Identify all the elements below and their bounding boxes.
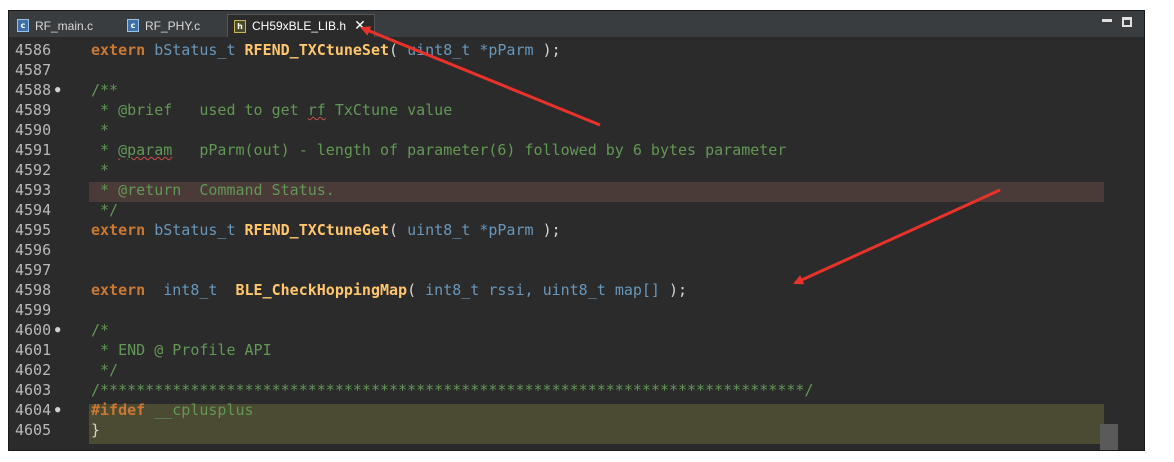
comment-line: * @return Command Status. bbox=[91, 181, 335, 199]
keyword: extern bbox=[91, 281, 146, 299]
line-number: 4599 bbox=[15, 301, 52, 319]
type: uint8_t bbox=[542, 281, 606, 299]
comment-line: /***************************************… bbox=[91, 381, 814, 399]
tab-rf-main[interactable]: c RF_main.c bbox=[17, 14, 93, 37]
code-line: } bbox=[91, 421, 101, 439]
code-line: extern int8_t BLE_CheckHoppingMap( int8_… bbox=[91, 280, 687, 300]
type: uint8_t bbox=[407, 221, 471, 239]
paren: ); bbox=[542, 221, 561, 239]
code-editor[interactable]: 4586 4587 4588 ● 4589 4590 4591 4592 4593… bbox=[9, 37, 1144, 450]
window-controls bbox=[1102, 17, 1132, 27]
code-line: #ifdef __cplusplus bbox=[91, 400, 254, 420]
param: map[] bbox=[614, 281, 660, 299]
tab-label: RF_PHY.c bbox=[145, 18, 201, 33]
code-line: extern bStatus_t RFEND_TXCtuneSet( uint8… bbox=[91, 40, 561, 60]
comment-line: /** bbox=[91, 81, 119, 99]
editor-window: c RF_main.c c RF_PHY.c h CH59xBLE_LIB.h … bbox=[8, 10, 1145, 451]
comment-line: * @param pParm(out) - length of paramete… bbox=[91, 140, 786, 160]
spellcheck-word: rf bbox=[307, 101, 326, 119]
code-line: extern bStatus_t RFEND_TXCtuneGet( uint8… bbox=[91, 220, 561, 240]
c-file-icon: c bbox=[127, 19, 139, 32]
function-name: RFEND_TXCtuneGet bbox=[244, 221, 390, 239]
keyword: extern bbox=[91, 221, 146, 239]
tab-rf-phy[interactable]: c RF_PHY.c bbox=[127, 14, 200, 37]
close-icon[interactable]: ✕ bbox=[354, 18, 366, 34]
tab-label: CH59xBLE_LIB.h bbox=[252, 19, 347, 33]
function-name: BLE_CheckHoppingMap bbox=[235, 281, 408, 299]
type: int8_t bbox=[163, 281, 218, 299]
minimize-icon[interactable] bbox=[1102, 18, 1112, 22]
paren: ( bbox=[407, 281, 417, 299]
paren: ( bbox=[389, 41, 399, 59]
param: *pParm bbox=[479, 221, 534, 239]
paren: ); bbox=[669, 281, 688, 299]
param: *pParm bbox=[479, 41, 534, 59]
vertical-scrollbar-thumb[interactable] bbox=[1100, 424, 1118, 450]
line-number: 4587 bbox=[15, 61, 52, 79]
tab-label: RF_main.c bbox=[35, 18, 94, 33]
comment-line: * @brief used to get rf TxCtune value bbox=[91, 100, 452, 120]
macro: __cplusplus bbox=[154, 401, 254, 419]
line-number: 4596 bbox=[15, 241, 52, 259]
preprocessor: #ifdef bbox=[91, 401, 146, 419]
type: bStatus_t bbox=[154, 41, 236, 59]
spellcheck-word: @param bbox=[118, 141, 173, 159]
function-name: RFEND_TXCtuneSet bbox=[244, 41, 390, 59]
keyword: extern bbox=[91, 41, 146, 59]
comment-line: * bbox=[91, 121, 110, 139]
tab-ch59xble-lib[interactable]: h CH59xBLE_LIB.h ✕ bbox=[227, 14, 375, 37]
c-file-icon: c bbox=[17, 19, 29, 32]
comment-text: pParm(out) - length of parameter(6) foll… bbox=[172, 141, 787, 159]
paren: ); bbox=[542, 41, 561, 59]
type: bStatus_t bbox=[154, 221, 236, 239]
line-number: 4597 bbox=[15, 261, 52, 279]
type: uint8_t bbox=[407, 41, 471, 59]
comment-line: /* bbox=[91, 321, 110, 339]
comment-line: * bbox=[91, 161, 110, 179]
comment-text: * @brief used to get bbox=[91, 101, 308, 119]
comment-line: * END @ Profile API bbox=[91, 341, 272, 359]
h-file-icon: h bbox=[234, 19, 246, 33]
paren: ( bbox=[389, 221, 399, 239]
comment-text: * bbox=[91, 141, 119, 159]
comment-line: */ bbox=[91, 361, 119, 379]
type: int8_t bbox=[425, 281, 480, 299]
tab-bar: c RF_main.c c RF_PHY.c h CH59xBLE_LIB.h … bbox=[9, 11, 1144, 38]
param: rssi, bbox=[488, 281, 534, 299]
maximize-icon[interactable] bbox=[1122, 17, 1132, 27]
comment-line: */ bbox=[91, 201, 119, 219]
comment-text: TxCtune value bbox=[325, 101, 453, 119]
